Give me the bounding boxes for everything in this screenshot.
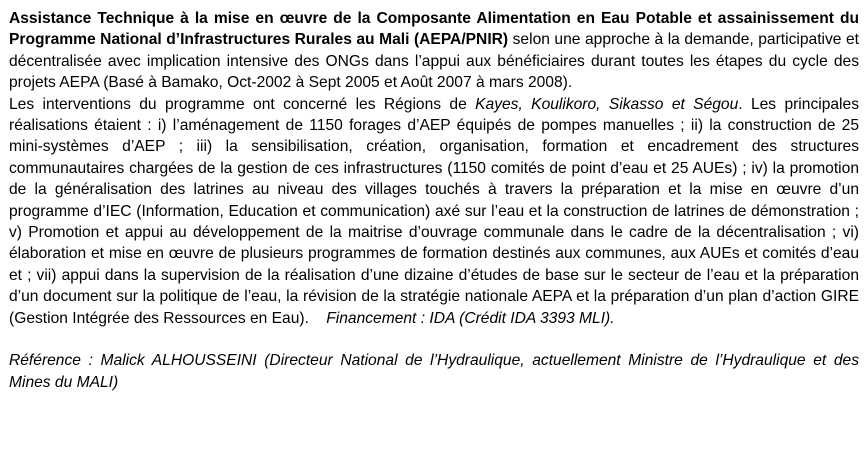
financement-text: Financement : IDA (Crédit IDA 3393 MLI). xyxy=(326,309,615,327)
project-description: Assistance Technique à la mise en œuvre … xyxy=(9,8,859,329)
reference-paragraph: Référence : Malick ALHOUSSEINI (Directeu… xyxy=(9,350,859,393)
reference-text: Référence : Malick ALHOUSSEINI (Directeu… xyxy=(9,352,859,391)
realisations-text: . Les principales réalisations étaient :… xyxy=(9,95,859,327)
document-body: Assistance Technique à la mise en œuvre … xyxy=(9,8,859,393)
regions-list: Kayes, Koulikoro, Sikasso et Ségou xyxy=(475,95,739,113)
regions-prefix: Les interventions du programme ont conce… xyxy=(9,95,476,113)
